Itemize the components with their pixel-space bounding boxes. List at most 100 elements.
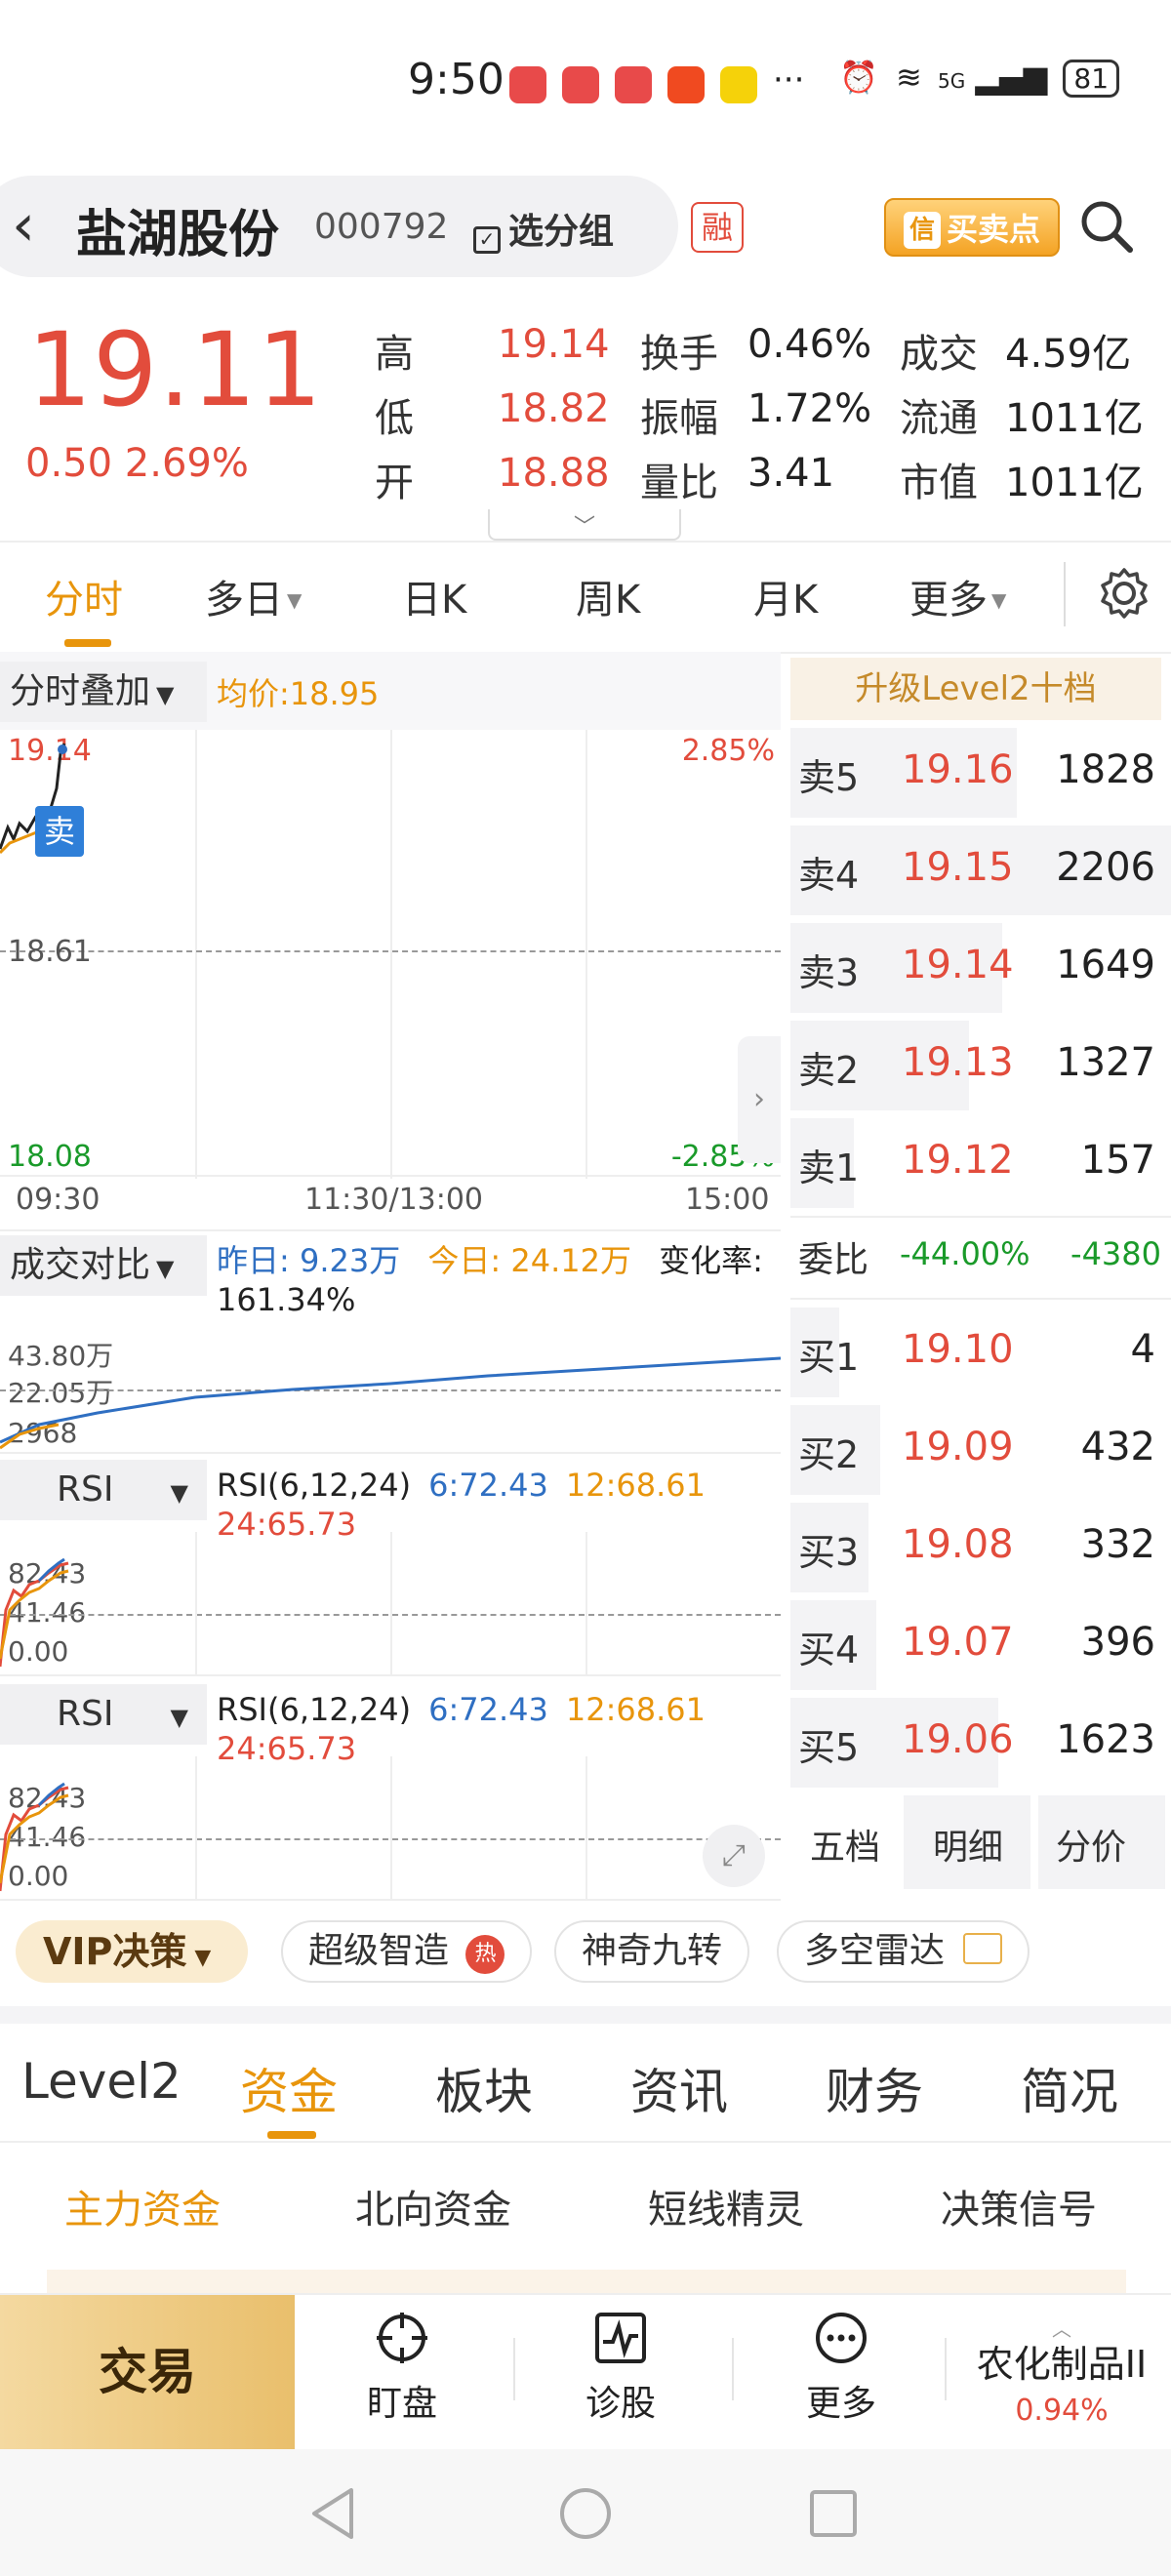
- order-tab-price[interactable]: 分价: [1056, 1819, 1126, 1870]
- feature-bull-bear-radar[interactable]: 多空雷达: [777, 1920, 1030, 1983]
- margin-trading-tag[interactable]: 融: [691, 202, 744, 253]
- chart-tab[interactable]: 分时: [45, 568, 123, 624]
- order-volume: 396: [1080, 1620, 1155, 1665]
- trade-button[interactable]: 交易: [0, 2295, 295, 2449]
- quote-stat-value: 3.41: [747, 451, 835, 496]
- order-level-label: 买3: [798, 1531, 860, 1574]
- ask-row[interactable]: 卖2 19.13 1327: [790, 1019, 1165, 1112]
- quote-stat-label: 成交: [900, 332, 978, 377]
- grid-line: [390, 730, 392, 1179]
- order-tab-five[interactable]: 五档: [810, 1819, 880, 1870]
- select-group-button[interactable]: ✓ 选分组: [473, 203, 614, 254]
- upgrade-level2-button[interactable]: 升级Level2十档: [790, 658, 1161, 720]
- bid-ask-ratio-value: -4380: [1070, 1235, 1161, 1272]
- rsi-indicator-button[interactable]: RSI ▼: [0, 1460, 207, 1520]
- order-volume: 1623: [1056, 1717, 1155, 1762]
- bid-row[interactable]: 买5 19.06 1623: [790, 1696, 1165, 1790]
- battery-level: 81: [1073, 62, 1110, 95]
- divider: [513, 2338, 515, 2400]
- section-tab[interactable]: 财务: [826, 2053, 923, 2123]
- expand-chart-handle[interactable]: ›: [738, 1036, 781, 1163]
- chart-tab[interactable]: 月K: [753, 568, 818, 624]
- bid-row[interactable]: 买3 19.08 332: [790, 1501, 1165, 1594]
- nav-watch[interactable]: 盯盘: [334, 2311, 470, 2426]
- order-level-label: 卖2: [798, 1049, 860, 1092]
- chart-tab-label: 日K: [402, 578, 467, 623]
- buy-sell-points-button[interactable]: 信买卖点: [884, 198, 1060, 257]
- order-volume: 432: [1080, 1425, 1155, 1469]
- chart-tab[interactable]: 周K: [576, 568, 640, 624]
- sub-tab[interactable]: 主力资金: [64, 2178, 221, 2234]
- search-icon[interactable]: [1077, 197, 1136, 256]
- intraday-overlay-button[interactable]: 分时叠加 ▼: [0, 662, 207, 722]
- ask-row[interactable]: 卖3 19.14 1649: [790, 921, 1165, 1015]
- bid-row[interactable]: 买2 19.09 432: [790, 1403, 1165, 1497]
- chevron-right-icon: ›: [753, 1082, 765, 1116]
- section-tab[interactable]: 资金: [240, 2053, 338, 2123]
- sub-tab[interactable]: 北向资金: [355, 2178, 511, 2234]
- feature-magic-nine[interactable]: 神奇九转: [554, 1920, 750, 1983]
- system-recents-icon[interactable]: [808, 2488, 859, 2539]
- network-type: 5G: [938, 69, 966, 93]
- ask-row[interactable]: 卖4 19.15 2206: [790, 824, 1171, 917]
- grid-line: [586, 1532, 587, 1674]
- system-home-icon[interactable]: [558, 2486, 613, 2541]
- chart-tab[interactable]: 更多 ▼: [909, 568, 1006, 624]
- rsi-params: RSI(6,12,24): [217, 1467, 412, 1504]
- sub-tab[interactable]: 决策信号: [941, 2178, 1097, 2234]
- bid-row[interactable]: 买4 19.07 396: [790, 1598, 1165, 1692]
- quote-stat-label: 开: [375, 461, 414, 505]
- section-gap: [0, 2006, 1171, 2024]
- bid-row[interactable]: 买1 19.10 4: [790, 1306, 1165, 1399]
- order-price: 19.15: [902, 845, 1014, 890]
- rsi-indicator-button[interactable]: RSI ▼: [0, 1684, 207, 1745]
- vip-decision-button[interactable]: VIP决策 ▼: [16, 1920, 248, 1983]
- order-volume: 332: [1080, 1522, 1155, 1567]
- order-price: 19.09: [902, 1425, 1014, 1469]
- order-tab-detail[interactable]: 明细: [933, 1819, 1003, 1870]
- chart-tab-label: 分时: [45, 578, 123, 623]
- expand-quote-button[interactable]: ﹀: [488, 509, 681, 541]
- volume-compare-button[interactable]: 成交对比 ▼: [0, 1235, 207, 1296]
- sell-signal-marker[interactable]: 卖: [35, 806, 84, 857]
- order-volume: 157: [1080, 1138, 1155, 1183]
- ask-row[interactable]: 卖5 19.16 1828: [790, 726, 1165, 820]
- order-level-label: 卖1: [798, 1147, 860, 1189]
- sub-tab[interactable]: 短线精灵: [648, 2178, 804, 2234]
- chart-tab[interactable]: 多日 ▼: [205, 568, 302, 624]
- settings-gear-icon[interactable]: [1097, 566, 1151, 621]
- quote-stat-value: 1.72%: [747, 386, 872, 431]
- tab-underline: [267, 2131, 316, 2139]
- dropdown-arrow-icon: ▼: [287, 588, 303, 612]
- bid-ask-ratio-label: 委比: [798, 1240, 869, 1280]
- section-tab[interactable]: 板块: [435, 2053, 533, 2123]
- chart-tab-label: 多日: [205, 578, 283, 623]
- section-tab[interactable]: 简况: [1021, 2053, 1118, 2123]
- divider: [0, 541, 1171, 543]
- price-change: 0.50 2.69%: [25, 441, 249, 486]
- rsi-button-label: RSI: [57, 1694, 114, 1734]
- section-tab[interactable]: 资讯: [630, 2053, 728, 2123]
- section-tab[interactable]: Level2: [21, 2053, 182, 2110]
- intraday-bottom-price: 18.08: [8, 1140, 92, 1174]
- fullscreen-icon[interactable]: ⤢: [703, 1825, 765, 1887]
- feature-super-manufacture[interactable]: 超级智造 热: [281, 1920, 533, 1983]
- sector-quote[interactable]: ︿ 农化制品II 0.94%: [952, 2319, 1171, 2428]
- back-icon[interactable]: ‹: [12, 191, 35, 260]
- quote-stat-value: 19.14: [498, 322, 610, 367]
- chart-tab[interactable]: 日K: [402, 568, 466, 624]
- grid-line: [195, 1532, 197, 1674]
- rsi12-value: 12:68.61: [565, 1691, 706, 1728]
- ask-row[interactable]: 卖1 19.12 157: [790, 1116, 1165, 1210]
- rsi-lines: [0, 1557, 69, 1668]
- bid-ask-ratio-pct: -44.00%: [900, 1235, 1030, 1272]
- nav-more[interactable]: 更多: [773, 2311, 909, 2426]
- order-price: 19.12: [902, 1138, 1014, 1183]
- app-notification-icon: [667, 66, 705, 103]
- system-nav-bar: [0, 2449, 1171, 2576]
- app-notification-icon: [509, 66, 546, 103]
- intraday-mid-price: 18.61: [8, 935, 92, 969]
- sector-name: 农化制品II: [976, 2343, 1148, 2386]
- nav-diagnose[interactable]: 诊股: [552, 2311, 689, 2426]
- system-back-icon[interactable]: [308, 2486, 357, 2541]
